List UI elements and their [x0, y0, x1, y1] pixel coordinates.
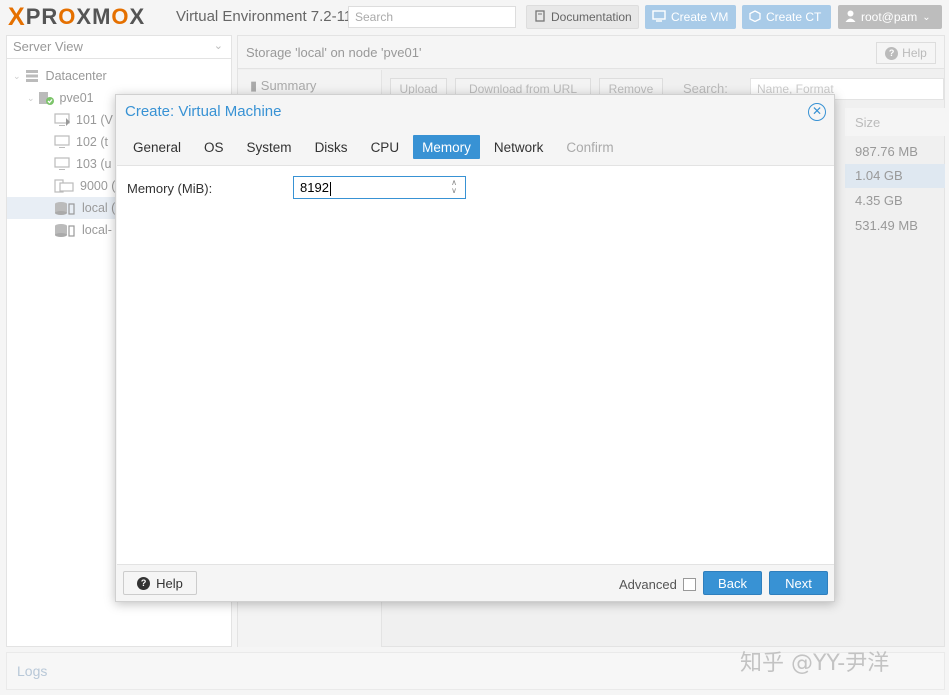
- cube-icon: [749, 9, 761, 25]
- server-view-selector[interactable]: Server View ⌄: [7, 36, 231, 59]
- documentation-label: Documentation: [551, 10, 632, 24]
- storage-icon: [54, 223, 76, 237]
- question-icon: ?: [137, 576, 151, 590]
- global-search-input[interactable]: Search: [348, 6, 516, 28]
- tab-confirm: Confirm: [566, 139, 614, 155]
- tree-item-label: 103 (u: [76, 157, 112, 171]
- create-vm-button[interactable]: Create VM: [645, 5, 736, 29]
- tree-item-label: 102 (t: [76, 135, 108, 149]
- spinner-arrows-icon[interactable]: ∧ ∨: [449, 179, 459, 197]
- datacenter-icon: [24, 69, 40, 83]
- next-button[interactable]: Next: [769, 571, 828, 595]
- dialog-header: Create: Virtual Machine ✕: [116, 95, 834, 129]
- help-button[interactable]: ? Help: [123, 571, 197, 595]
- vm-icon: [54, 113, 70, 127]
- tree-item-label: 101 (V: [76, 113, 113, 127]
- tab-network[interactable]: Network: [485, 135, 553, 159]
- user-menu-button[interactable]: root@pam ⌄: [838, 5, 942, 29]
- size-cell[interactable]: 987.76 MB: [845, 140, 945, 164]
- tab-general[interactable]: General: [124, 135, 190, 159]
- chevron-down-icon: ⌄: [922, 11, 931, 23]
- storage-icon: [54, 201, 76, 215]
- create-ct-label: Create CT: [766, 10, 822, 24]
- expand-toggle-icon[interactable]: ⌄: [13, 71, 21, 82]
- size-column-header[interactable]: Size: [845, 108, 945, 136]
- create-vm-label: Create VM: [671, 10, 729, 24]
- book-icon: ▮: [250, 78, 258, 93]
- size-cell[interactable]: 531.49 MB: [845, 214, 945, 238]
- tree-item-label: Datacenter: [45, 69, 107, 83]
- user-label: root@pam: [861, 10, 918, 24]
- dialog-footer: ? Help Advanced Back Next: [116, 567, 834, 601]
- tab-disks[interactable]: Disks: [306, 135, 357, 159]
- dialog-title: Create: Virtual Machine: [125, 103, 282, 120]
- size-cell[interactable]: 4.35 GB: [845, 189, 945, 213]
- close-icon[interactable]: ✕: [808, 103, 826, 121]
- advanced-checkbox[interactable]: [683, 578, 696, 591]
- expand-toggle-icon[interactable]: ⌄: [27, 93, 35, 104]
- create-ct-button[interactable]: Create CT: [742, 5, 831, 29]
- monitor-icon: [652, 9, 666, 25]
- nav-item-summary[interactable]: ▮ Summary: [250, 78, 316, 94]
- template-icon: [54, 179, 74, 193]
- node-icon: [38, 91, 54, 105]
- top-bar: X PROXMOX Virtual Environment 7.2-11 Sea…: [0, 0, 949, 34]
- panel-help-label: Help: [902, 46, 927, 60]
- breadcrumb: Storage 'local' on node 'pve01': [238, 36, 944, 69]
- back-button[interactable]: Back: [703, 571, 762, 595]
- book-icon: [534, 9, 546, 25]
- tab-os[interactable]: OS: [195, 135, 233, 159]
- panel-help-button[interactable]: ? Help: [876, 42, 936, 64]
- tab-memory[interactable]: Memory: [413, 135, 480, 159]
- logo-x: X: [8, 3, 25, 31]
- memory-field-label: Memory (MiB):: [127, 181, 213, 196]
- tree-item-label: local-: [82, 223, 112, 237]
- help-label: Help: [156, 575, 183, 591]
- vm-icon: [54, 135, 70, 149]
- watermark: 知乎 @YY-尹洋: [740, 651, 890, 676]
- server-view-label: Server View: [13, 39, 83, 54]
- proxmox-logo: X PROXMOX: [8, 4, 145, 30]
- tree-item-label: pve01: [59, 91, 94, 105]
- tree-item-label: 9000 (: [80, 179, 116, 193]
- tree-item-label: local (: [82, 201, 116, 215]
- create-vm-dialog: Create: Virtual Machine ✕ General OS Sys…: [115, 94, 835, 602]
- tree-item-datacenter[interactable]: ⌄ Datacenter: [7, 65, 231, 87]
- user-icon: [845, 10, 856, 25]
- question-icon: ?: [885, 46, 899, 60]
- tab-system[interactable]: System: [238, 135, 301, 159]
- memory-tab-panel: Memory (MiB): 8192 ∧ ∨: [117, 165, 834, 565]
- vm-icon: [54, 157, 70, 171]
- chevron-down-icon: ⌄: [213, 40, 223, 52]
- size-cell[interactable]: 1.04 GB: [845, 164, 945, 188]
- wizard-tabs: General OS System Disks CPU Memory Netwo…: [116, 133, 834, 161]
- text-caret: [329, 181, 331, 196]
- logo-wordmark: PROXMOX: [25, 4, 146, 29]
- tab-cpu[interactable]: CPU: [362, 135, 409, 159]
- advanced-label: Advanced: [619, 577, 677, 592]
- memory-input[interactable]: 8192 ∧ ∨: [293, 176, 466, 199]
- product-version-title: Virtual Environment 7.2-11: [176, 8, 353, 25]
- documentation-button[interactable]: Documentation: [526, 5, 639, 29]
- memory-input-value: 8192: [300, 180, 329, 195]
- nav-summary-label: Summary: [260, 78, 317, 93]
